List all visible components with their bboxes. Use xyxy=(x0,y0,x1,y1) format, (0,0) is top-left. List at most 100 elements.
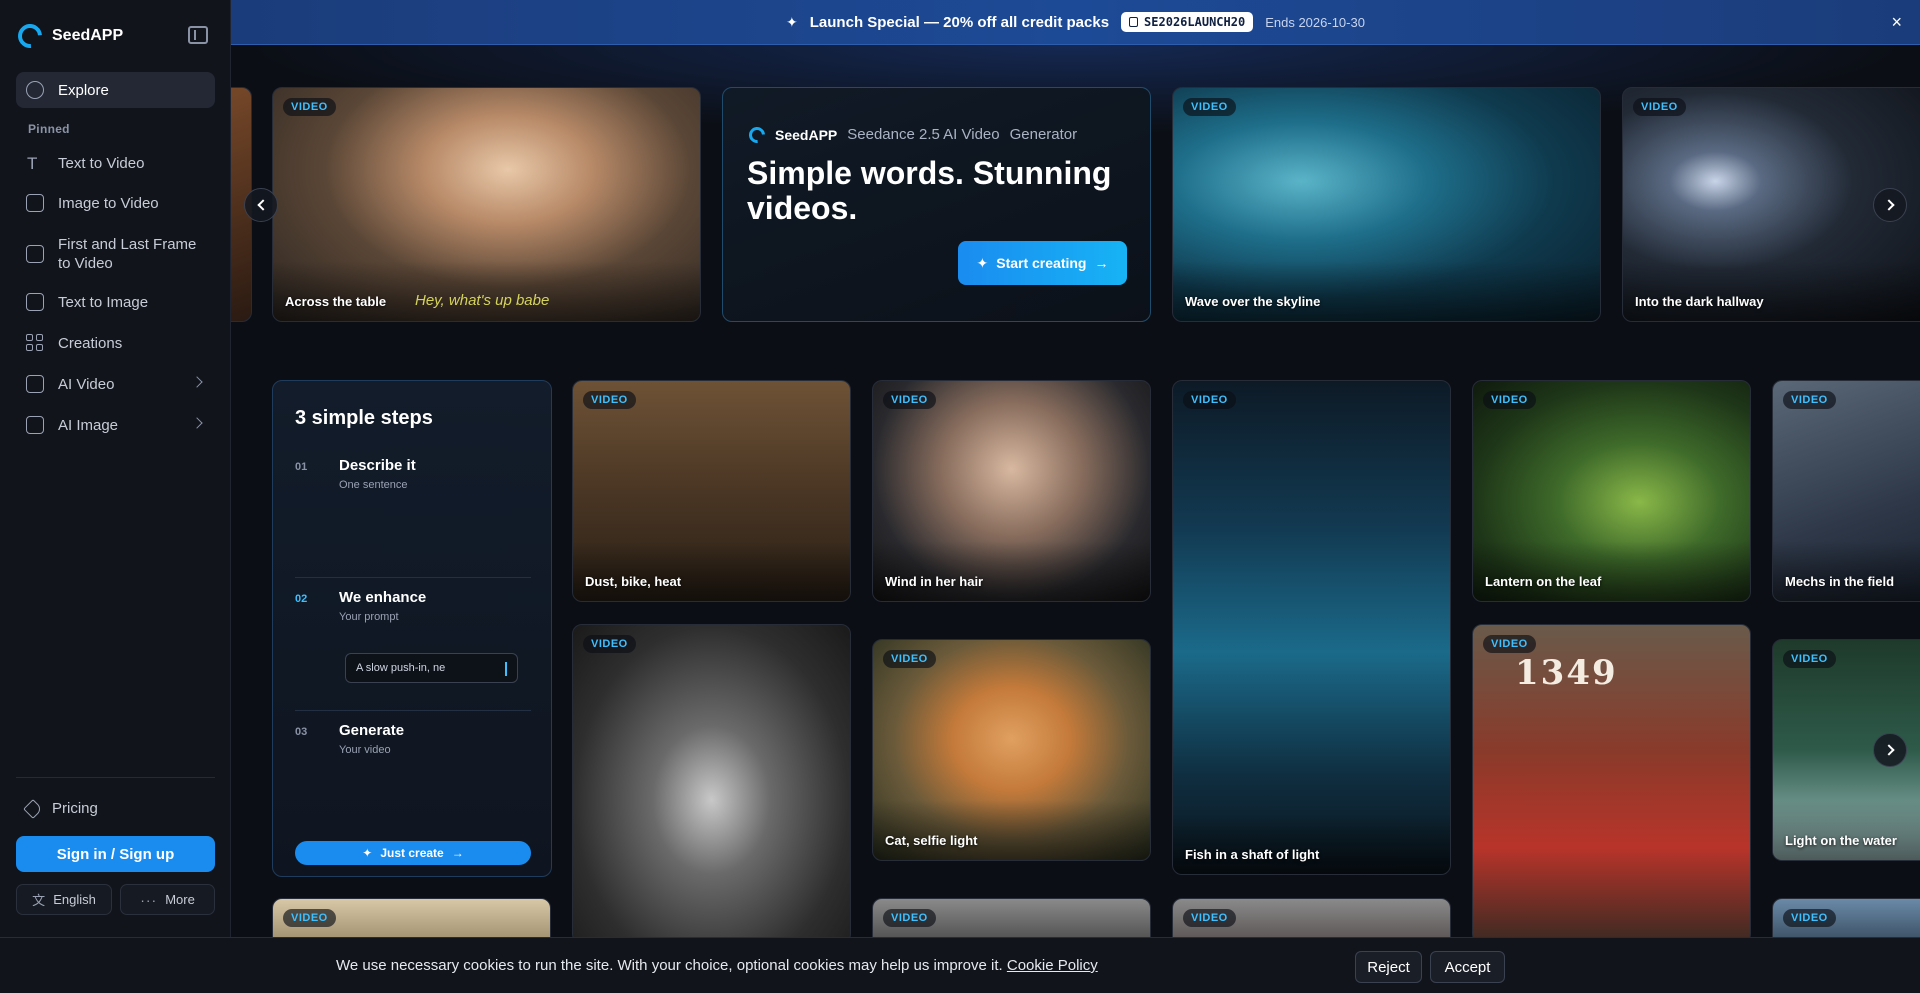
sidebar-item-pricing[interactable]: Pricing xyxy=(23,798,98,819)
gallery-card[interactable]: VIDEO Mechs in the field xyxy=(1772,380,1920,602)
sidebar-item-label: Creations xyxy=(58,334,123,352)
card-title: Lantern on the leaf xyxy=(1485,574,1602,589)
carousel-card[interactable]: VIDEO Across the table Hey, what's up ba… xyxy=(272,87,701,322)
grid-icon xyxy=(26,334,44,352)
sidebar-item-label: Explore xyxy=(58,81,109,99)
card-title: Into the dark hallway xyxy=(1635,294,1764,309)
text-icon: T xyxy=(27,154,38,173)
video-badge: VIDEO xyxy=(1783,909,1836,927)
sidebar-item-label: First and Last Frame to Video xyxy=(58,236,197,272)
step-heading: Describe it xyxy=(339,457,416,474)
image-icon xyxy=(26,194,44,212)
chevron-right-icon xyxy=(191,376,203,388)
sidebar-item-label: AI Video xyxy=(58,375,115,393)
chevron-left-icon xyxy=(256,199,269,211)
language-label: English xyxy=(53,892,96,907)
step-divider xyxy=(295,710,531,711)
sparkle-icon: ✦ xyxy=(976,254,989,271)
card-title: Dust, bike, heat xyxy=(585,574,682,589)
gallery-next-button[interactable] xyxy=(1873,733,1907,767)
gallery-card[interactable]: VIDEO Dust, bike, heat xyxy=(572,380,851,602)
reject-cookies-button[interactable]: Reject xyxy=(1355,951,1422,983)
pricing-label: Pricing xyxy=(52,800,98,817)
hero-brand: SeedAPP Seedance 2.5 AI Video Generator xyxy=(745,123,1077,146)
card-title: Across the table xyxy=(285,294,387,309)
step-subtitle: Your video xyxy=(339,744,391,756)
start-creating-button[interactable]: ✦ Start creating → xyxy=(958,241,1127,285)
sidebar-item-ai-image[interactable]: AI Image xyxy=(16,407,215,443)
gallery-card[interactable]: VIDEO xyxy=(572,624,851,944)
steps-panel: 3 simple steps 01 Describe it One senten… xyxy=(272,380,552,877)
chevron-right-icon xyxy=(1882,744,1895,756)
step-subtitle: Your prompt xyxy=(339,611,399,623)
step-heading: Generate xyxy=(339,722,405,739)
video-badge: VIDEO xyxy=(283,98,336,116)
card-title: Wave over the skyline xyxy=(1185,294,1321,309)
collapse-sidebar-icon[interactable] xyxy=(188,26,208,44)
language-button[interactable]: 文 English xyxy=(16,884,112,915)
gallery-card[interactable]: VIDEO Fish in a shaft of light xyxy=(1172,380,1451,875)
carousel-card[interactable]: VIDEO Wave over the skyline xyxy=(1172,87,1601,322)
video-badge: VIDEO xyxy=(1783,391,1836,409)
image-icon xyxy=(26,416,44,434)
tag-icon xyxy=(23,798,43,819)
gallery-card[interactable]: VIDEO Lantern on the leaf xyxy=(1472,380,1751,602)
card-title: Cat, selfie light xyxy=(885,833,978,848)
cookie-text: We use necessary cookies to run the site… xyxy=(336,957,1098,974)
close-icon[interactable]: × xyxy=(1891,12,1902,33)
sidebar-item-creations[interactable]: Creations xyxy=(16,325,215,361)
video-badge: VIDEO xyxy=(883,909,936,927)
accept-cookies-button[interactable]: Accept xyxy=(1430,951,1505,983)
start-creating-label: Start creating xyxy=(996,255,1087,271)
video-badge: VIDEO xyxy=(283,909,336,927)
step-number: 02 xyxy=(295,593,308,605)
text-cursor xyxy=(505,662,507,676)
card-title: Wind in her hair xyxy=(885,574,984,589)
cookie-policy-link[interactable]: Cookie Policy xyxy=(1007,957,1098,974)
sidebar-item-text-to-video[interactable]: T Text to Video xyxy=(16,145,215,181)
compass-icon xyxy=(26,81,44,99)
carousel-prev-button[interactable] xyxy=(244,188,278,222)
video-badge: VIDEO xyxy=(1483,635,1536,653)
sidebar-divider xyxy=(16,777,215,778)
step-divider xyxy=(295,577,531,578)
video-badge: VIDEO xyxy=(883,650,936,668)
video-badge: VIDEO xyxy=(1183,391,1236,409)
steps-title: 3 simple steps xyxy=(295,407,433,429)
gallery-card[interactable]: VIDEO 1349 xyxy=(1472,624,1751,944)
cookie-banner: We use necessary cookies to run the site… xyxy=(0,937,1920,993)
sidebar-item-image-to-video[interactable]: Image to Video xyxy=(16,185,215,221)
sidebar-item-explore[interactable]: Explore xyxy=(16,72,215,108)
gallery-card[interactable]: VIDEO Wind in her hair xyxy=(872,380,1151,602)
prompt-text: A slow push-in, ne xyxy=(356,662,446,674)
video-badge: VIDEO xyxy=(1183,98,1236,116)
picture-icon xyxy=(26,293,44,311)
hero-card: SeedAPP Seedance 2.5 AI Video Generator … xyxy=(722,87,1151,322)
card-overlay-text: 1349 xyxy=(1515,653,1618,693)
carousel-next-button[interactable] xyxy=(1873,188,1907,222)
promo-code-button[interactable]: SE2026LAUNCH20 xyxy=(1121,12,1254,32)
sidebar-item-label: Text to Image xyxy=(58,293,149,311)
brand[interactable]: SeedAPP xyxy=(13,19,123,53)
step-number: 03 xyxy=(295,726,308,738)
sidebar-item-text-to-image[interactable]: Text to Image xyxy=(16,284,215,320)
promo-ends: Ends 2026-10-30 xyxy=(1265,14,1365,30)
more-label: More xyxy=(165,892,195,907)
gallery-card[interactable]: VIDEO Cat, selfie light xyxy=(872,639,1151,861)
hero-product: Seedance 2.5 AI Video xyxy=(847,126,1000,143)
sign-in-button[interactable]: Sign in / Sign up xyxy=(16,836,215,872)
translate-icon: 文 xyxy=(32,893,46,908)
hero-title: Simple words. Stunning videos. xyxy=(747,155,1112,226)
brand-logo-icon xyxy=(13,19,47,53)
video-badge: VIDEO xyxy=(1633,98,1686,116)
step-heading: We enhance xyxy=(339,589,427,606)
promo-text: Launch Special — 20% off all credit pack… xyxy=(809,13,1110,31)
card-caption: Hey, what's up babe xyxy=(415,292,550,309)
sidebar-item-first-last-frame[interactable]: First and Last Frame to Video xyxy=(16,234,215,274)
sidebar: SeedAPP Explore Pinned T Text to Video I… xyxy=(0,0,231,937)
just-create-button[interactable]: ✦ Just create → xyxy=(295,841,531,865)
sparkle-icon: ✦ xyxy=(786,13,798,30)
sidebar-item-label: AI Image xyxy=(58,416,119,434)
more-button[interactable]: ··· More xyxy=(120,884,215,915)
sidebar-item-ai-video[interactable]: AI Video xyxy=(16,366,215,402)
